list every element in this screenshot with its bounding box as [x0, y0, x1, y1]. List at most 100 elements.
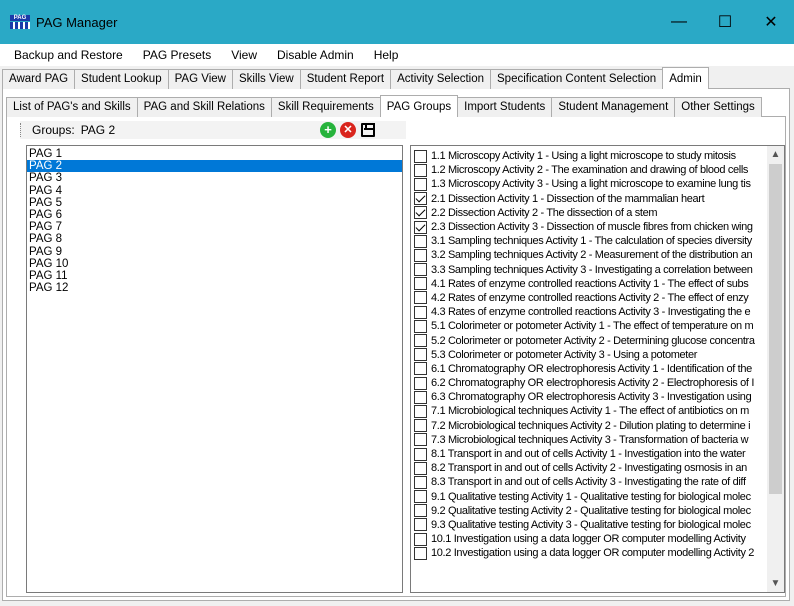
menu-view[interactable]: View — [221, 44, 267, 66]
tab-pag-and-skill-relations[interactable]: PAG and Skill Relations — [136, 97, 272, 117]
checklist-item[interactable]: 10.2 Investigation using a data logger O… — [411, 546, 767, 560]
checklist-item[interactable]: 9.3 Qualitative testing Activity 3 - Qua… — [411, 518, 767, 532]
checkbox[interactable] — [414, 305, 427, 319]
checklist-item[interactable]: 8.3 Transport in and out of cells Activi… — [411, 475, 767, 489]
tab-pag-view[interactable]: PAG View — [167, 69, 233, 89]
tab-admin[interactable]: Admin — [662, 67, 709, 89]
checklist-item[interactable]: 7.2 Microbiological techniques Activity … — [411, 419, 767, 433]
checkbox[interactable] — [414, 362, 427, 376]
checkbox[interactable] — [414, 291, 427, 305]
checkbox[interactable] — [414, 546, 427, 560]
checklist-item[interactable]: 7.3 Microbiological techniques Activity … — [411, 433, 767, 447]
scroll-down-icon[interactable]: ▼ — [767, 575, 784, 592]
list-item[interactable]: PAG 1 — [27, 148, 402, 160]
tab-pag-groups[interactable]: PAG Groups — [379, 95, 459, 117]
maximize-button[interactable]: ☐ — [702, 0, 748, 44]
checklist-item[interactable]: 3.3 Sampling techniques Activity 3 - Inv… — [411, 263, 767, 277]
checkbox[interactable] — [414, 177, 427, 191]
menu-disable-admin[interactable]: Disable Admin — [267, 44, 364, 66]
checkbox[interactable] — [414, 334, 427, 348]
tab-list-of-pag-s-and-skills[interactable]: List of PAG's and Skills — [6, 97, 138, 117]
checkbox[interactable] — [414, 490, 427, 504]
checklist-item[interactable]: 8.1 Transport in and out of cells Activi… — [411, 447, 767, 461]
checkbox[interactable] — [414, 518, 427, 532]
checklist-item[interactable]: 1.1 Microscopy Activity 1 - Using a ligh… — [411, 149, 767, 163]
checkbox[interactable] — [414, 376, 427, 390]
checklist-item[interactable]: 8.2 Transport in and out of cells Activi… — [411, 461, 767, 475]
checkbox[interactable] — [414, 532, 427, 546]
list-item[interactable]: PAG 4 — [27, 185, 402, 197]
vertical-scrollbar[interactable]: ▲ ▼ — [767, 146, 784, 592]
checkbox[interactable] — [414, 419, 427, 433]
checkbox[interactable] — [414, 348, 427, 362]
toolbar-grip[interactable] — [20, 123, 24, 137]
list-item[interactable]: PAG 10 — [27, 258, 402, 270]
checklist-item[interactable]: 1.3 Microscopy Activity 3 - Using a ligh… — [411, 177, 767, 191]
activities-checklist[interactable]: 1.1 Microscopy Activity 1 - Using a ligh… — [410, 145, 785, 593]
list-item[interactable]: PAG 6 — [27, 209, 402, 221]
checklist-item[interactable]: 3.1 Sampling techniques Activity 1 - The… — [411, 234, 767, 248]
checkbox[interactable] — [414, 192, 427, 206]
checkbox[interactable] — [414, 277, 427, 291]
checkbox[interactable] — [414, 504, 427, 518]
checklist-item[interactable]: 9.1 Qualitative testing Activity 1 - Qua… — [411, 490, 767, 504]
list-item[interactable]: PAG 9 — [27, 246, 402, 258]
checklist-item[interactable]: 4.3 Rates of enzyme controlled reactions… — [411, 305, 767, 319]
checkbox[interactable] — [414, 461, 427, 475]
tab-skills-view[interactable]: Skills View — [231, 69, 301, 89]
save-icon[interactable] — [360, 122, 376, 138]
list-item[interactable]: PAG 5 — [27, 197, 402, 209]
checklist-item[interactable]: 10.1 Investigation using a data logger O… — [411, 532, 767, 546]
tab-skill-requirements[interactable]: Skill Requirements — [270, 97, 381, 117]
list-item[interactable]: PAG 12 — [27, 282, 402, 294]
checklist-item[interactable]: 5.3 Colorimeter or potometer Activity 3 … — [411, 348, 767, 362]
checkbox[interactable] — [414, 206, 427, 220]
checkbox[interactable] — [414, 319, 427, 333]
checkbox[interactable] — [414, 390, 427, 404]
tab-specification-content-selection[interactable]: Specification Content Selection — [490, 69, 664, 89]
groups-list[interactable]: PAG 1 PAG 2 PAG 3 PAG 4 PAG 5 PAG 6 PAG 7 PAG 8… — [26, 145, 403, 593]
checklist-item[interactable]: 2.3 Dissection Activity 3 - Dissection o… — [411, 220, 767, 234]
tab-award-pag[interactable]: Award PAG — [2, 69, 76, 89]
add-icon[interactable]: + — [320, 122, 336, 138]
scroll-thumb[interactable] — [769, 164, 782, 494]
checkbox[interactable] — [414, 248, 427, 262]
tab-activity-selection[interactable]: Activity Selection — [390, 69, 492, 89]
scroll-up-icon[interactable]: ▲ — [767, 146, 784, 163]
tab-other-settings[interactable]: Other Settings — [674, 97, 762, 117]
checklist-item[interactable]: 5.2 Colorimeter or potometer Activity 2 … — [411, 333, 767, 348]
list-item[interactable]: PAG 3 — [27, 172, 402, 184]
list-item[interactable]: PAG 2 — [27, 160, 402, 173]
checklist-item[interactable]: 5.1 Colorimeter or potometer Activity 1 … — [411, 319, 767, 333]
checkbox[interactable] — [414, 149, 427, 163]
checkbox[interactable] — [414, 234, 427, 248]
checkbox[interactable] — [414, 163, 427, 177]
checklist-item[interactable]: 4.1 Rates of enzyme controlled reactions… — [411, 277, 767, 291]
checklist-item[interactable]: 9.2 Qualitative testing Activity 2 - Qua… — [411, 504, 767, 518]
checklist-item[interactable]: 6.2 Chromatography OR electrophoresis Ac… — [411, 376, 767, 390]
list-item[interactable]: PAG 8 — [27, 233, 402, 245]
list-item[interactable]: PAG 11 — [27, 270, 402, 282]
checkbox[interactable] — [414, 475, 427, 489]
checkbox[interactable] — [414, 404, 427, 418]
menu-help[interactable]: Help — [364, 44, 409, 66]
checklist-item[interactable]: 7.1 Microbiological techniques Activity … — [411, 404, 767, 418]
menu-backup-and-restore[interactable]: Backup and Restore — [0, 44, 133, 66]
list-item[interactable]: PAG 7 — [27, 221, 402, 233]
checklist-item[interactable]: 4.2 Rates of enzyme controlled reactions… — [411, 291, 767, 305]
tab-student-report[interactable]: Student Report — [299, 69, 392, 89]
delete-icon[interactable]: ✕ — [340, 122, 356, 138]
checkbox[interactable] — [414, 433, 427, 447]
minimize-button[interactable]: — — [656, 0, 702, 44]
menu-pag-presets[interactable]: PAG Presets — [133, 44, 221, 66]
tab-student-lookup[interactable]: Student Lookup — [74, 69, 169, 89]
tab-import-students[interactable]: Import Students — [457, 97, 553, 117]
close-button[interactable]: ✕ — [748, 0, 794, 44]
checkbox[interactable] — [414, 263, 427, 277]
checkbox[interactable] — [414, 447, 427, 461]
checklist-item[interactable]: 6.1 Chromatography OR electrophoresis Ac… — [411, 362, 767, 376]
checklist-item[interactable]: 2.1 Dissection Activity 1 - Dissection o… — [411, 192, 767, 206]
checklist-item[interactable]: 1.2 Microscopy Activity 2 - The examinat… — [411, 163, 767, 177]
checklist-item[interactable]: 3.2 Sampling techniques Activity 2 - Mea… — [411, 248, 767, 262]
checklist-item[interactable]: 6.3 Chromatography OR electrophoresis Ac… — [411, 390, 767, 404]
